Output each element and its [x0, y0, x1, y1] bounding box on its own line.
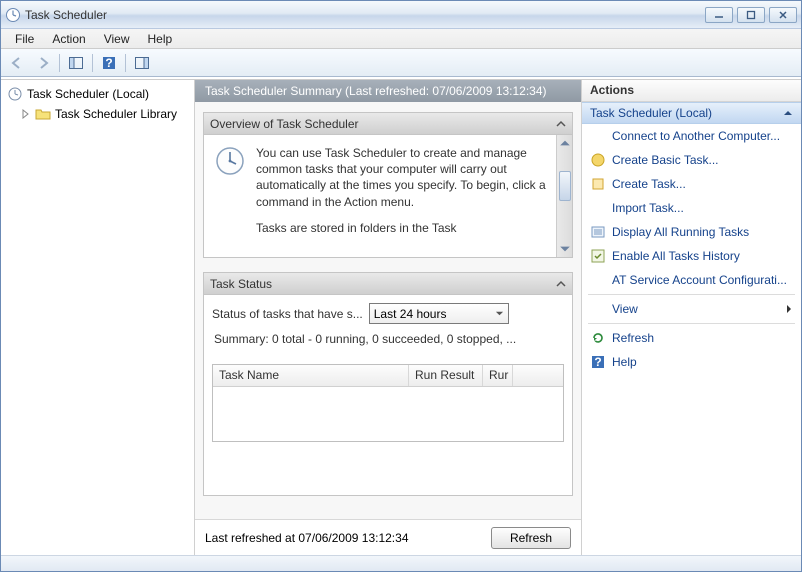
- toolbar-separator: [92, 54, 93, 72]
- action-create-basic-label: Create Basic Task...: [612, 153, 719, 167]
- summary-footer: Last refreshed at 07/06/2009 13:12:34 Re…: [195, 519, 581, 555]
- toolbar-separator: [59, 54, 60, 72]
- clock-icon: [214, 145, 246, 177]
- clock-icon: [5, 7, 21, 23]
- menubar: File Action View Help: [1, 29, 801, 49]
- back-button[interactable]: [5, 52, 29, 74]
- scroll-down-icon[interactable]: [559, 243, 571, 255]
- client-area: Task Scheduler (Local) Task Scheduler Li…: [1, 79, 801, 555]
- summary-counts: Summary: 0 total - 0 running, 0 succeede…: [204, 328, 572, 350]
- list-icon: [590, 224, 606, 240]
- forward-button[interactable]: [31, 52, 55, 74]
- tree-library[interactable]: Task Scheduler Library: [3, 104, 192, 124]
- last-refreshed-label: Last refreshed at 07/06/2009 13:12:34: [205, 531, 409, 545]
- overview-title: Overview of Task Scheduler: [210, 117, 359, 131]
- action-enable-history[interactable]: Enable All Tasks History: [582, 244, 801, 268]
- action-import-label: Import Task...: [612, 201, 684, 215]
- action-create-basic-task[interactable]: Create Basic Task...: [582, 148, 801, 172]
- task-status-group: Task Status Status of tasks that have s.…: [203, 272, 573, 496]
- action-create-task[interactable]: Create Task...: [582, 172, 801, 196]
- col-run-result[interactable]: Run Result: [409, 365, 483, 386]
- summary-header: Task Scheduler Summary (Last refreshed: …: [195, 80, 581, 102]
- expand-icon[interactable]: [21, 109, 31, 119]
- action-connect[interactable]: Connect to Another Computer...: [582, 124, 801, 148]
- minimize-button[interactable]: [705, 7, 733, 23]
- task-table: Task Name Run Result Rur: [212, 364, 564, 442]
- overview-body: You can use Task Scheduler to create and…: [256, 145, 552, 210]
- collapse-icon[interactable]: [556, 119, 566, 129]
- svg-text:?: ?: [594, 355, 601, 369]
- action-help-label: Help: [612, 355, 637, 369]
- help-icon: ?: [590, 354, 606, 370]
- blank-icon: [590, 272, 606, 288]
- scroll-up-icon[interactable]: [559, 137, 571, 149]
- chevron-right-icon: [785, 304, 793, 314]
- refresh-button[interactable]: Refresh: [491, 527, 571, 549]
- tree-library-label: Task Scheduler Library: [55, 107, 177, 121]
- menu-help[interactable]: Help: [140, 30, 181, 48]
- action-create-label: Create Task...: [612, 177, 686, 191]
- menu-view[interactable]: View: [96, 30, 138, 48]
- titlebar: Task Scheduler: [1, 1, 801, 29]
- time-range-dropdown[interactable]: Last 24 hours: [369, 303, 509, 324]
- console-tree: Task Scheduler (Local) Task Scheduler Li…: [1, 80, 195, 555]
- action-refresh[interactable]: Refresh: [582, 326, 801, 350]
- task-icon: [590, 176, 606, 192]
- action-help[interactable]: ? Help: [582, 350, 801, 374]
- action-at-service[interactable]: AT Service Account Configurati...: [582, 268, 801, 292]
- chevron-down-icon: [495, 309, 504, 318]
- clock-icon: [7, 86, 23, 102]
- actions-section-label: Task Scheduler (Local): [590, 106, 712, 120]
- statusbar: [1, 555, 801, 571]
- col-run[interactable]: Rur: [483, 365, 513, 386]
- summary-pane: Task Scheduler Summary (Last refreshed: …: [195, 80, 581, 555]
- history-icon: [590, 248, 606, 264]
- separator: [588, 323, 795, 324]
- task-status-title: Task Status: [210, 277, 272, 291]
- show-hide-tree-button[interactable]: [64, 52, 88, 74]
- overview-group: Overview of Task Scheduler You can use T…: [203, 112, 573, 258]
- actions-section-header[interactable]: Task Scheduler (Local): [582, 102, 801, 124]
- maximize-button[interactable]: [737, 7, 765, 23]
- separator: [588, 294, 795, 295]
- action-view[interactable]: View: [582, 297, 801, 321]
- action-connect-label: Connect to Another Computer...: [612, 129, 780, 143]
- dropdown-value: Last 24 hours: [374, 307, 447, 321]
- status-label: Status of tasks that have s...: [212, 307, 363, 321]
- refresh-icon: [590, 330, 606, 346]
- action-import-task[interactable]: Import Task...: [582, 196, 801, 220]
- wizard-icon: [590, 152, 606, 168]
- overview-more: Tasks are stored in folders in the Task: [256, 220, 552, 236]
- action-display-running-label: Display All Running Tasks: [612, 225, 749, 239]
- show-hide-action-button[interactable]: [130, 52, 154, 74]
- menu-action[interactable]: Action: [44, 30, 93, 48]
- chevron-up-icon: [783, 108, 793, 118]
- tree-root[interactable]: Task Scheduler (Local): [3, 84, 192, 104]
- menu-file[interactable]: File: [7, 30, 42, 48]
- col-task-name[interactable]: Task Name: [213, 365, 409, 386]
- toolbar: ?: [1, 49, 801, 77]
- action-display-running[interactable]: Display All Running Tasks: [582, 220, 801, 244]
- close-button[interactable]: [769, 7, 797, 23]
- folder-icon: [35, 106, 51, 122]
- scrollbar[interactable]: [556, 135, 572, 257]
- collapse-icon[interactable]: [556, 279, 566, 289]
- action-enable-history-label: Enable All Tasks History: [612, 249, 740, 263]
- actions-title: Actions: [582, 80, 801, 102]
- blank-icon: [590, 301, 606, 317]
- actions-pane: Actions Task Scheduler (Local) Connect t…: [581, 80, 801, 555]
- toolbar-separator: [125, 54, 126, 72]
- help-button[interactable]: ?: [97, 52, 121, 74]
- action-at-service-label: AT Service Account Configurati...: [612, 273, 787, 287]
- task-scheduler-window: Task Scheduler File Action View Help ? T…: [0, 0, 802, 572]
- blank-icon: [590, 128, 606, 144]
- tree-root-label: Task Scheduler (Local): [27, 87, 149, 101]
- action-refresh-label: Refresh: [612, 331, 654, 345]
- window-title: Task Scheduler: [25, 8, 705, 22]
- blank-icon: [590, 200, 606, 216]
- scroll-thumb[interactable]: [559, 171, 571, 201]
- action-view-label: View: [612, 302, 638, 316]
- svg-text:?: ?: [105, 56, 112, 70]
